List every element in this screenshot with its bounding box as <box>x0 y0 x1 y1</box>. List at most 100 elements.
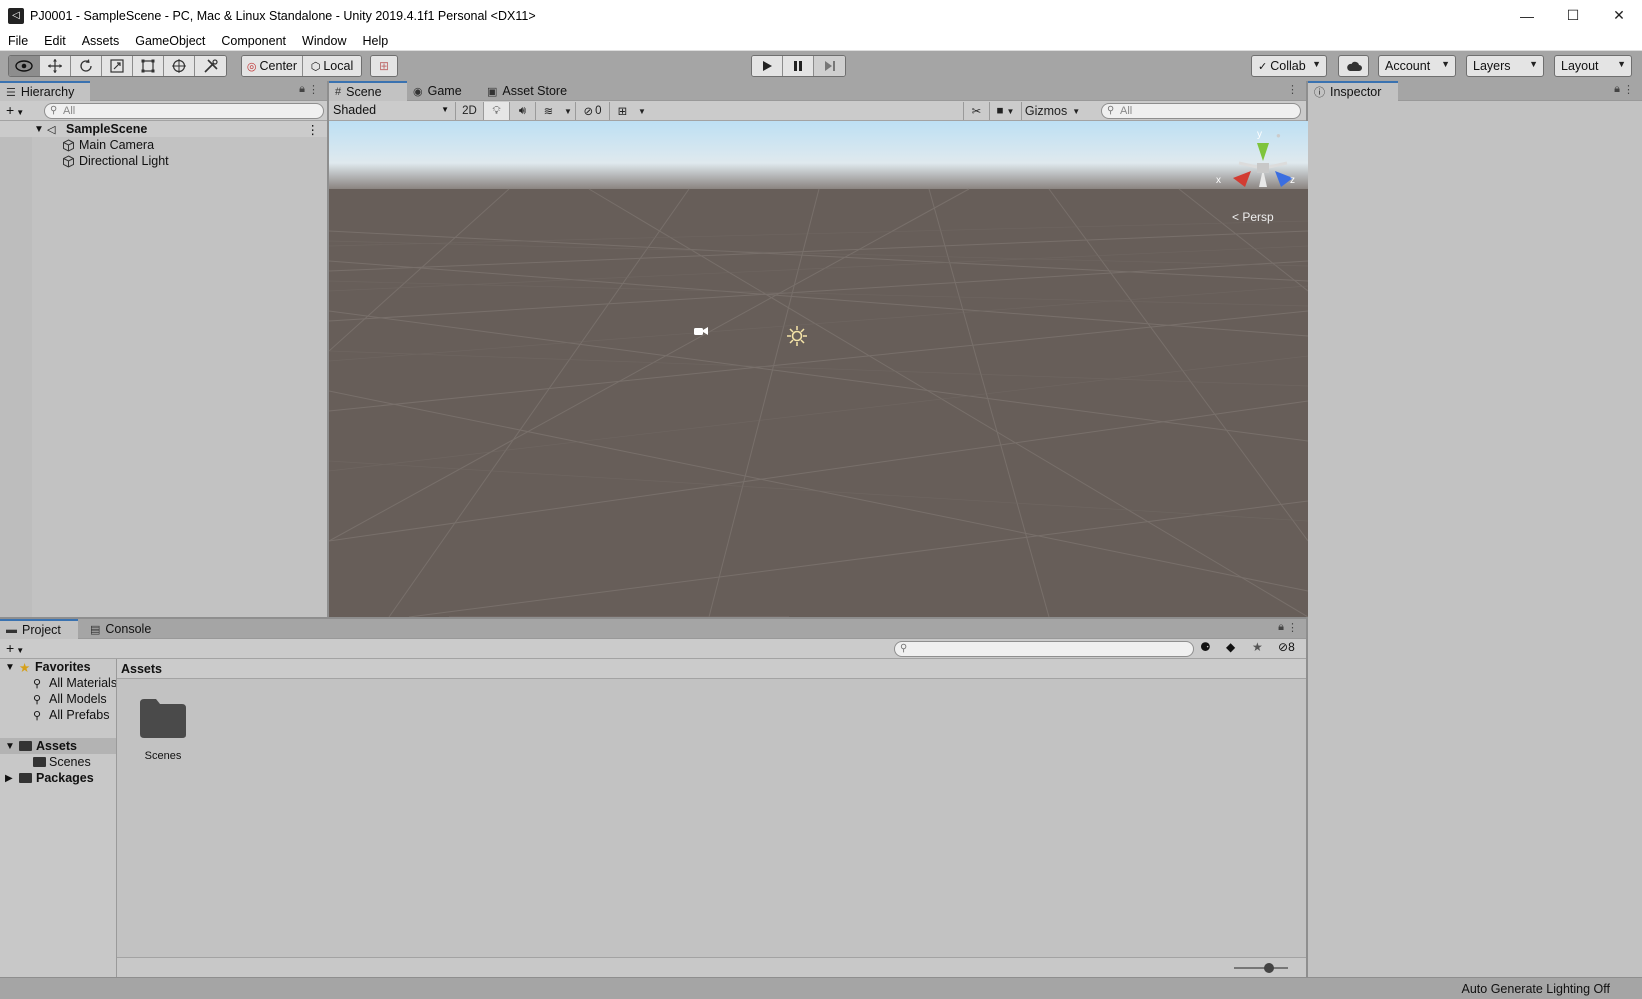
folder-icon: ▬ <box>6 624 17 636</box>
orientation-gizmo[interactable] <box>1221 135 1303 207</box>
account-dropdown[interactable]: Account ▼ <box>1378 55 1456 77</box>
view-tool-button[interactable] <box>9 56 40 76</box>
tab-hierarchy[interactable]: ☰ Hierarchy <box>0 81 90 101</box>
scene-more-icon[interactable]: ⋮ <box>307 122 320 137</box>
axis-z-label: z <box>1290 175 1295 186</box>
gizmo-lock-icon[interactable]: ● <box>1276 131 1281 140</box>
scenes-folder-item[interactable]: Scenes <box>0 754 116 770</box>
packages-folder-item[interactable]: ▶ Packages <box>0 770 116 786</box>
play-button[interactable] <box>752 56 783 76</box>
menu-edit[interactable]: Edit <box>36 34 74 48</box>
favorites-item[interactable]: ▼ ★ Favorites <box>0 659 116 675</box>
directional-light-gizmo-icon[interactable] <box>786 325 808 347</box>
menu-file[interactable]: File <box>0 34 36 48</box>
scene-tools-button[interactable]: ✂ <box>963 102 989 120</box>
camera-gizmo-icon[interactable] <box>693 325 709 337</box>
favorites-all-models[interactable]: ⚲ All Models <box>0 691 116 707</box>
play-icon <box>763 61 772 71</box>
menu-help[interactable]: Help <box>354 34 396 48</box>
close-button[interactable]: ✕ <box>1596 0 1642 31</box>
more-menu-icon[interactable]: ⋮ <box>308 83 319 96</box>
scene-grid-render <box>329 121 1308 617</box>
scene-search-input[interactable]: ⚲ All <box>1101 103 1301 119</box>
more-menu-icon[interactable]: ⋮ <box>1287 621 1298 634</box>
grid-toggle-button[interactable]: ⊞ <box>609 102 635 120</box>
audio-toggle-button[interactable]: 🔊︎ <box>509 102 535 120</box>
create-asset-button[interactable]: + ▼ <box>6 640 24 656</box>
grid-dropdown[interactable]: ▼ <box>635 102 649 120</box>
camera-settings-button[interactable]: ■ ▼ <box>989 102 1021 120</box>
pivot-rotation-button[interactable]: ⬡ Local <box>303 56 361 76</box>
add-object-button[interactable]: + ▼ <box>6 102 24 118</box>
rect-tool-button[interactable] <box>133 56 164 76</box>
effects-dropdown[interactable]: ▼ <box>561 102 575 120</box>
collab-dropdown[interactable]: ✓ Collab ▼ <box>1251 55 1327 77</box>
pause-button[interactable] <box>783 56 814 76</box>
tab-inspector[interactable]: ⓘ Inspector <box>1308 81 1398 101</box>
hierarchy-item-label: Directional Light <box>79 154 169 168</box>
scale-icon <box>110 59 124 73</box>
console-icon: ▤ <box>90 623 101 636</box>
pivot-mode-button[interactable]: ◎ Center <box>242 56 303 76</box>
window-title: PJ0001 - SampleScene - PC, Mac & Linux S… <box>30 8 536 23</box>
tab-asset-store[interactable]: ▣ Asset Store <box>481 81 575 101</box>
favorites-all-materials[interactable]: ⚲ All Materials <box>0 675 116 691</box>
hierarchy-search-input[interactable]: ⚲ All <box>44 103 324 119</box>
scene-visibility-button[interactable]: ⊘ 0 <box>575 102 609 120</box>
assets-folder-item[interactable]: ▼ Assets <box>0 738 116 754</box>
gizmos-dropdown[interactable]: Gizmos ▼ <box>1021 102 1083 120</box>
minimize-button[interactable]: — <box>1504 0 1550 31</box>
move-tool-button[interactable] <box>40 56 71 76</box>
effects-toggle-button[interactable]: ≋ <box>535 102 561 120</box>
lock-icon[interactable]: 🔒︎ <box>299 83 305 96</box>
scene-row[interactable]: ▼ ◁ SampleScene ⋮ <box>0 121 327 137</box>
tab-project[interactable]: ▬ Project <box>0 619 78 639</box>
menu-gameobject[interactable]: GameObject <box>127 34 213 48</box>
draw-mode-dropdown[interactable]: Shaded ▼ <box>333 103 451 119</box>
scale-tool-button[interactable] <box>102 56 133 76</box>
lock-icon[interactable]: 🔒︎ <box>1614 83 1620 96</box>
project-search-input[interactable]: ⚲ <box>894 641 1194 657</box>
favorite-star-icon[interactable]: ★ <box>1252 640 1263 654</box>
menu-window[interactable]: Window <box>294 34 354 48</box>
lock-icon[interactable]: 🔒︎ <box>1278 621 1284 634</box>
more-menu-icon[interactable]: ⋮ <box>1287 83 1298 96</box>
step-button[interactable] <box>814 56 845 76</box>
tab-console[interactable]: ▤ Console <box>84 619 159 639</box>
layout-dropdown[interactable]: Layout ▼ <box>1554 55 1632 77</box>
search-by-label-icon[interactable]: ◆ <box>1226 640 1235 654</box>
grid-snap-button[interactable]: ⊞ <box>371 56 397 76</box>
menu-component[interactable]: Component <box>213 34 294 48</box>
effects-layers-icon: ≋ <box>543 106 554 118</box>
breadcrumb-assets[interactable]: Assets <box>121 662 162 676</box>
perspective-icon: < <box>1232 210 1240 224</box>
cloud-button[interactable] <box>1338 55 1369 77</box>
tab-scene[interactable]: # Scene <box>329 81 407 101</box>
console-tab-label: Console <box>105 622 152 636</box>
transform-all-tool-button[interactable] <box>164 56 195 76</box>
lighting-status[interactable]: Auto Generate Lighting Off <box>1462 982 1610 996</box>
layers-dropdown[interactable]: Layers ▼ <box>1466 55 1544 77</box>
more-menu-icon[interactable]: ⋮ <box>1623 83 1634 96</box>
projection-toggle[interactable]: < Persp <box>1232 210 1274 224</box>
rotate-tool-button[interactable] <box>71 56 102 76</box>
folder-icon <box>140 699 186 738</box>
custom-tool-button[interactable] <box>195 56 226 76</box>
hierarchy-item-main-camera[interactable]: Main Camera <box>0 137 327 153</box>
hidden-packages-button[interactable]: ⊘8 <box>1278 640 1295 654</box>
maximize-button[interactable]: ☐ <box>1550 0 1596 31</box>
camera-icon: ■ <box>996 105 1004 117</box>
search-by-type-icon[interactable]: ⚈ <box>1200 640 1211 654</box>
scene-viewport[interactable]: y x z ● < Persp <box>329 121 1308 617</box>
favorites-all-prefabs[interactable]: ⚲ All Prefabs <box>0 707 116 723</box>
gizmos-label: Gizmos <box>1024 104 1068 118</box>
asset-store-tab-label: Asset Store <box>502 84 568 98</box>
asset-item[interactable]: Scenes <box>135 697 191 769</box>
tab-game[interactable]: ◉ Game <box>407 81 470 101</box>
toggle-2d-button[interactable]: 2D <box>455 102 483 120</box>
slider-thumb[interactable] <box>1264 963 1274 973</box>
menu-assets[interactable]: Assets <box>74 34 128 48</box>
hierarchy-item-directional-light[interactable]: Directional Light <box>0 153 327 169</box>
lighting-toggle-button[interactable]: 💡︎ <box>483 102 509 120</box>
icon-size-slider[interactable] <box>1234 963 1288 973</box>
